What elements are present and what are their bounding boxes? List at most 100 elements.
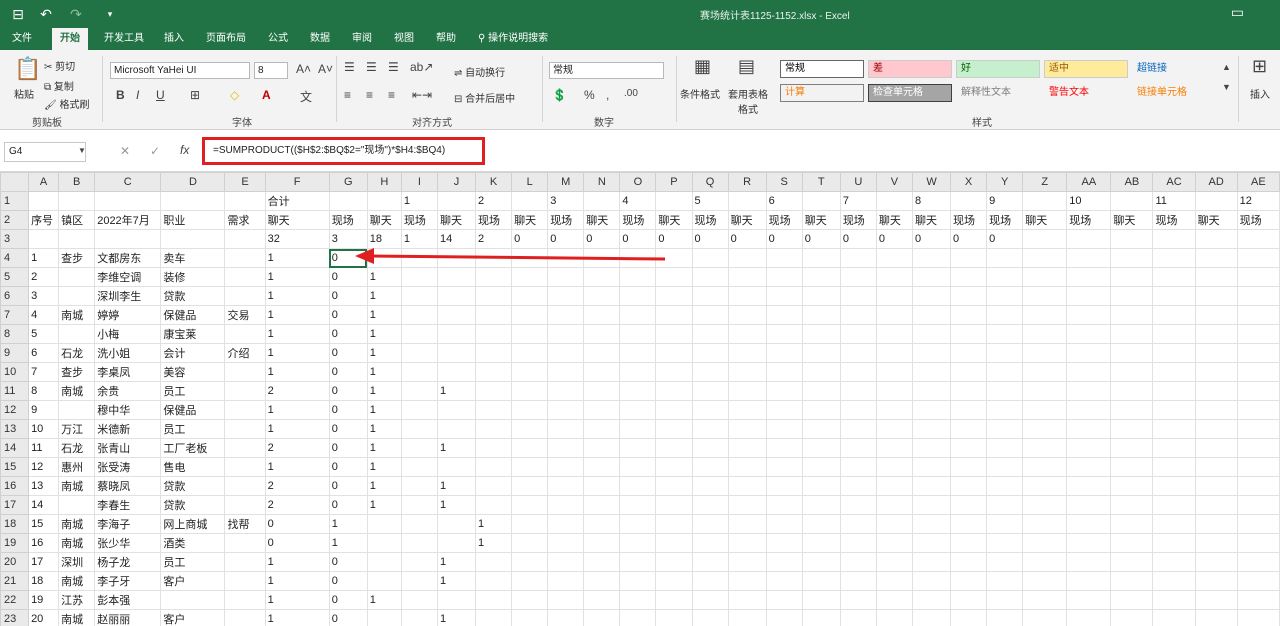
cell-n6[interactable]	[583, 286, 621, 306]
cell-l13[interactable]	[511, 419, 549, 439]
cell-m10[interactable]	[547, 362, 585, 382]
cell-p22[interactable]	[655, 590, 693, 610]
cell-f9[interactable]: 1	[264, 343, 330, 363]
cell-f23[interactable]: 1	[264, 609, 330, 626]
cell-r21[interactable]	[727, 571, 767, 591]
cell-aa2[interactable]: 现场	[1066, 210, 1112, 230]
cell-x17[interactable]	[950, 495, 988, 515]
cell-aa21[interactable]	[1066, 571, 1112, 591]
cell-t19[interactable]	[801, 533, 841, 553]
cell-ae19[interactable]	[1236, 533, 1280, 553]
cell-b7[interactable]: 南城	[58, 305, 96, 325]
cell-a23[interactable]: 20	[28, 609, 60, 626]
cell-j17[interactable]: 1	[436, 495, 477, 515]
cell-m8[interactable]	[547, 324, 585, 344]
cell-v12[interactable]	[875, 400, 913, 420]
cell-n11[interactable]	[583, 381, 621, 401]
cell-q5[interactable]	[691, 267, 729, 287]
cell-j23[interactable]: 1	[436, 609, 477, 626]
cell-z19[interactable]	[1022, 533, 1068, 553]
cell-m11[interactable]	[547, 381, 585, 401]
cell-e13[interactable]	[224, 419, 266, 439]
cell-l5[interactable]	[511, 267, 549, 287]
row-header[interactable]: 3	[0, 229, 30, 249]
cell-p20[interactable]	[655, 552, 693, 572]
cell-b3[interactable]	[58, 229, 96, 249]
cell-style-swatch[interactable]: 好	[956, 60, 1040, 78]
cell-f15[interactable]: 1	[264, 457, 330, 477]
cell-g22[interactable]: 0	[328, 590, 368, 610]
cell-z18[interactable]	[1022, 514, 1068, 534]
cell-g15[interactable]: 0	[328, 457, 368, 477]
undo-icon[interactable]: ↶	[36, 5, 56, 23]
cell-t23[interactable]	[801, 609, 841, 626]
cell-ae12[interactable]	[1236, 400, 1280, 420]
cell-m2[interactable]: 现场	[547, 210, 585, 230]
cell-a1[interactable]	[28, 191, 60, 211]
cell-w2[interactable]: 聊天	[911, 210, 952, 230]
cell-g8[interactable]: 0	[328, 324, 368, 344]
cell-x18[interactable]	[950, 514, 988, 534]
cell-b10[interactable]: 查步	[58, 362, 96, 382]
insert-cells-button[interactable]: 插入	[1250, 86, 1270, 101]
cell-q20[interactable]	[691, 552, 729, 572]
shrink-font-icon[interactable]: A˅	[318, 62, 333, 76]
cell-t5[interactable]	[801, 267, 841, 287]
cell-w13[interactable]	[911, 419, 952, 439]
cell-b13[interactable]: 万江	[58, 419, 96, 439]
cell-r7[interactable]	[727, 305, 767, 325]
cell-l17[interactable]	[511, 495, 549, 515]
cell-f12[interactable]: 1	[264, 400, 330, 420]
cell-t6[interactable]	[801, 286, 841, 306]
cell-k1[interactable]: 2	[475, 191, 513, 211]
cell-c10[interactable]: 李桌凤	[94, 362, 162, 382]
cell-a2[interactable]: 序号	[28, 210, 60, 230]
cell-ab11[interactable]	[1110, 381, 1154, 401]
cell-k15[interactable]	[475, 457, 513, 477]
cell-aa6[interactable]	[1066, 286, 1112, 306]
cell-j21[interactable]: 1	[436, 571, 477, 591]
cell-e18[interactable]: 找帮	[224, 514, 266, 534]
cell-r20[interactable]	[727, 552, 767, 572]
cell-style-swatch[interactable]: 适中	[1044, 60, 1128, 78]
cell-ad3[interactable]	[1194, 229, 1238, 249]
column-header-g[interactable]: G	[328, 172, 368, 192]
cell-o19[interactable]	[619, 533, 657, 553]
cell-d2[interactable]: 职业	[160, 210, 226, 230]
cell-m7[interactable]	[547, 305, 585, 325]
cell-ac12[interactable]	[1152, 400, 1196, 420]
cell-d4[interactable]: 卖车	[160, 248, 226, 268]
cell-q14[interactable]	[691, 438, 729, 458]
column-header-v[interactable]: V	[875, 172, 913, 192]
cell-b20[interactable]: 深圳	[58, 552, 96, 572]
cell-s20[interactable]	[765, 552, 803, 572]
cell-ab7[interactable]	[1110, 305, 1154, 325]
cell-g13[interactable]: 0	[328, 419, 368, 439]
cell-d20[interactable]: 员工	[160, 552, 226, 572]
cell-ad8[interactable]	[1194, 324, 1238, 344]
cell-aa15[interactable]	[1066, 457, 1112, 477]
cell-y12[interactable]	[986, 400, 1024, 420]
cell-z17[interactable]	[1022, 495, 1068, 515]
cell-ac18[interactable]	[1152, 514, 1196, 534]
row-header[interactable]: 11	[0, 381, 30, 401]
cell-k13[interactable]	[475, 419, 513, 439]
cell-t3[interactable]: 0	[801, 229, 841, 249]
cell-f20[interactable]: 1	[264, 552, 330, 572]
cell-l16[interactable]	[511, 476, 549, 496]
cell-d13[interactable]: 员工	[160, 419, 226, 439]
cell-c21[interactable]: 李子牙	[94, 571, 162, 591]
cell-s15[interactable]	[765, 457, 803, 477]
cell-o17[interactable]	[619, 495, 657, 515]
row-header[interactable]: 21	[0, 571, 30, 591]
cell-b16[interactable]: 南城	[58, 476, 96, 496]
cell-z22[interactable]	[1022, 590, 1068, 610]
tab-file[interactable]: 文件	[12, 28, 32, 50]
cell-u10[interactable]	[839, 362, 877, 382]
column-header-m[interactable]: M	[547, 172, 585, 192]
cell-ab20[interactable]	[1110, 552, 1154, 572]
cell-s18[interactable]	[765, 514, 803, 534]
cell-y10[interactable]	[986, 362, 1024, 382]
column-header-w[interactable]: W	[911, 172, 952, 192]
cell-t22[interactable]	[801, 590, 841, 610]
